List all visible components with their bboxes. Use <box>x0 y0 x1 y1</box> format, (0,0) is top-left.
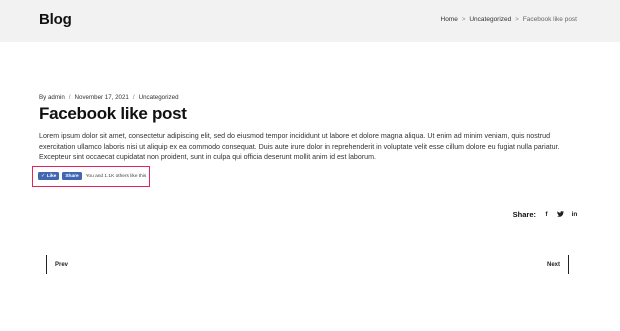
facebook-share-button[interactable]: Share <box>62 172 82 180</box>
share-bar: Share: f in <box>513 210 578 219</box>
post-date[interactable]: November 17, 2021 <box>75 94 129 101</box>
like-count-text: You and 1.1K others like this <box>85 173 147 179</box>
linkedin-icon[interactable]: in <box>571 211 578 218</box>
meta-separator: / <box>132 94 135 101</box>
breadcrumb-category[interactable]: Uncategorized <box>469 16 511 23</box>
share-label: Share: <box>512 210 536 219</box>
meta-separator: / <box>68 94 71 101</box>
breadcrumb: Home > Uncategorized > Facebook like pos… <box>441 16 578 23</box>
site-title[interactable]: Blog <box>39 11 72 28</box>
next-post-link[interactable]: Next <box>547 255 569 274</box>
post-title: Facebook like post <box>39 104 187 123</box>
facebook-like-widget: ✓ Like Share You and 1.1K others like th… <box>38 172 146 180</box>
breadcrumb-separator: > <box>461 16 466 23</box>
breadcrumb-current: Facebook like post <box>522 16 577 23</box>
post-content: Lorem ipsum dolor sit amet, consectetur … <box>39 132 560 162</box>
post-category[interactable]: Uncategorized <box>139 94 179 101</box>
prev-label: Prev <box>55 261 69 268</box>
post-author[interactable]: By admin <box>39 94 65 101</box>
site-header: Blog Home > Uncategorized > Facebook lik… <box>0 0 620 42</box>
prev-post-link[interactable]: Prev <box>46 255 68 274</box>
thumbs-up-icon: ✓ <box>41 172 46 179</box>
facebook-like-button[interactable]: ✓ Like <box>38 172 60 180</box>
breadcrumb-home[interactable]: Home <box>441 16 458 23</box>
facebook-icon[interactable]: f <box>543 211 550 218</box>
like-label: Like <box>46 173 57 179</box>
breadcrumb-separator: > <box>515 16 519 23</box>
share-label: Share <box>65 173 79 179</box>
next-label: Next <box>546 261 560 268</box>
twitter-icon[interactable] <box>557 210 564 219</box>
post-meta: By admin / November 17, 2021 / Uncategor… <box>39 94 179 101</box>
